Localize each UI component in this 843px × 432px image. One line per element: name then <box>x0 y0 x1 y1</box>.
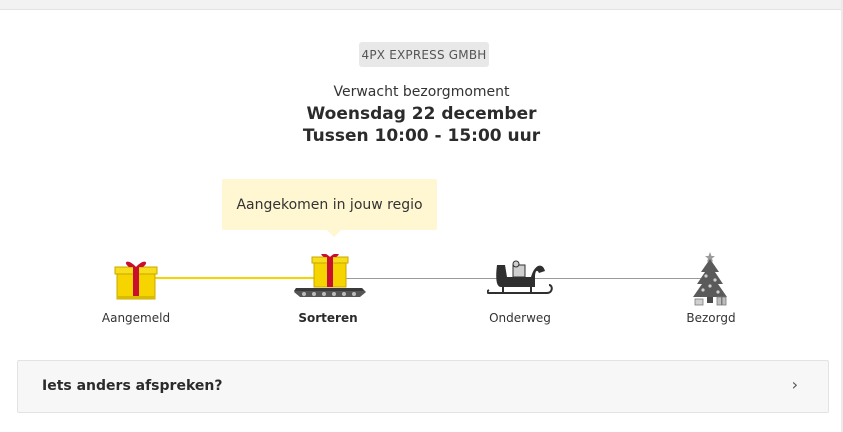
delivery-date: Woensdag 22 december <box>306 104 537 124</box>
delivery-window: Tussen 10:00 - 15:00 uur <box>302 126 541 146</box>
step-label-bezorgd: Bezorgd <box>686 311 736 325</box>
step-label-sorteren: Sorteren <box>298 311 358 325</box>
christmas-tree-icon <box>690 250 732 312</box>
step-label-onderweg: Onderweg <box>489 311 551 325</box>
carrier-badge: 4PX EXPRESS GMBH <box>359 42 489 67</box>
tooltip-arrow <box>327 230 341 237</box>
status-tooltip: Aangekomen in jouw regio <box>222 179 437 230</box>
expected-delivery-label: Verwacht bezorgmoment <box>333 84 510 100</box>
chevron-right-icon: › <box>791 375 798 394</box>
arrange-other-label: Iets anders afspreken? <box>42 378 223 394</box>
gift-icon <box>112 258 160 306</box>
conveyor-gift-icon <box>292 253 368 304</box>
arrange-other-button[interactable]: Iets anders afspreken? › <box>17 360 829 413</box>
top-bar <box>0 0 843 10</box>
sleigh-icon <box>486 255 553 305</box>
step-label-aangemeld: Aangemeld <box>101 311 171 325</box>
